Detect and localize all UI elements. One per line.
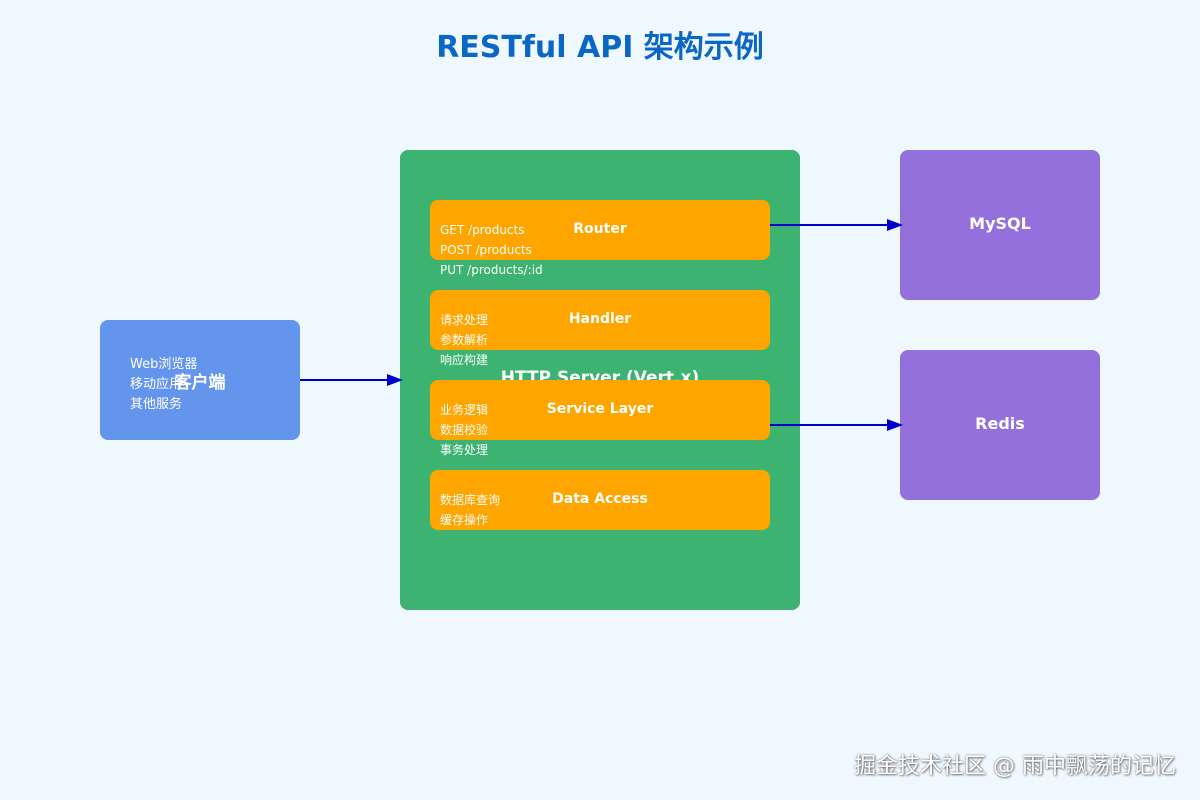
- service-items: 业务逻辑 数据校验 事务处理: [440, 400, 488, 460]
- diagram-title: RESTful API 架构示例: [436, 30, 764, 65]
- handler-item: 响应构建: [440, 353, 489, 367]
- router-item: PUT /products/:id: [440, 263, 543, 277]
- handler-item: 请求处理: [440, 313, 489, 327]
- redis-title: Redis: [975, 414, 1025, 433]
- service-item: 事务处理: [440, 443, 489, 457]
- client-item: 其他服务: [130, 397, 183, 412]
- redis-box: Redis: [900, 350, 1100, 500]
- handler-items: 请求处理 参数解析 响应构建: [440, 310, 488, 370]
- router-item: GET /products: [440, 223, 525, 237]
- client-items: Web浏览器 移动应用 其他服务: [130, 355, 197, 415]
- handler-item: 参数解析: [440, 333, 489, 347]
- service-item: 业务逻辑: [440, 403, 489, 417]
- service-item: 数据校验: [440, 423, 489, 437]
- data-access-item: 缓存操作: [440, 513, 489, 527]
- watermark: 掘金技术社区 @ 雨中飘荡的记忆: [854, 754, 1176, 779]
- mysql-box: MySQL: [900, 150, 1100, 300]
- data-access-items: 数据库查询 缓存操作: [440, 490, 500, 530]
- mysql-title: MySQL: [969, 214, 1031, 233]
- router-item: POST /products: [440, 243, 532, 257]
- router-items: GET /products POST /products PUT /produc…: [440, 220, 543, 280]
- client-item: Web浏览器: [130, 357, 198, 372]
- client-item: 移动应用: [130, 377, 183, 392]
- data-access-item: 数据库查询: [440, 493, 501, 507]
